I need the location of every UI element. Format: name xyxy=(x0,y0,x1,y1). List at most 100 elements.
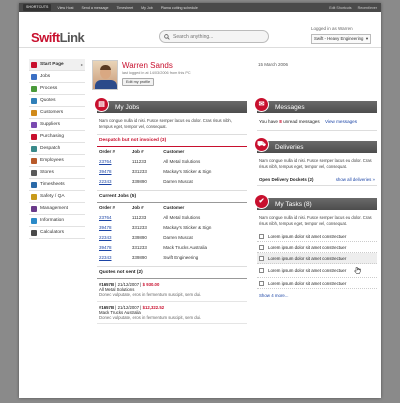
task-item[interactable]: Lorem ipsum dolor sit amet constrectuer xyxy=(257,264,377,278)
task-checkbox[interactable] xyxy=(259,268,264,273)
information-icon xyxy=(31,217,37,224)
stores-icon xyxy=(31,169,37,176)
right-column: ✉ Messages You have 8 unread messages Vi… xyxy=(254,97,377,302)
search-icon xyxy=(164,33,170,40)
hand-cursor-icon xyxy=(354,266,361,274)
deliveries-header: ⛟ Deliveries xyxy=(254,137,377,153)
purchasing-icon xyxy=(31,133,37,140)
tasks-intro: Nam congue nulla id nisi. Fusce semper l… xyxy=(259,215,372,226)
customers-icon xyxy=(31,109,37,116)
task-checkbox[interactable] xyxy=(259,233,264,239)
edit-shortcuts-link[interactable]: Edit Shortcuts xyxy=(329,6,351,10)
sidebar-item-management[interactable]: Management xyxy=(29,203,85,215)
sidebar-item-customers[interactable]: Customers xyxy=(29,107,85,119)
shortcut-link[interactable]: Plama cutting schedule xyxy=(161,6,198,10)
suppliers-icon xyxy=(31,121,37,128)
chevron-right-icon: ▸ xyxy=(80,62,83,67)
view-messages-link[interactable]: View messages xyxy=(325,119,357,124)
sidebar-item-purchasing[interactable]: Purchasing xyxy=(29,131,85,143)
edit-profile-button[interactable]: Edit my profile xyxy=(122,78,155,86)
task-checkbox[interactable] xyxy=(259,255,264,261)
table-row[interactable]: 39478 331233 Mack Trucks Australia xyxy=(97,242,247,252)
profile-name: Warren Sands xyxy=(122,61,173,70)
order-link[interactable]: 22343 xyxy=(99,255,112,260)
employees-icon xyxy=(31,157,37,164)
search-box[interactable] xyxy=(159,30,269,43)
open-dockets-label: Open Delivery Dockets (2) xyxy=(259,177,314,182)
table-row[interactable]: 23764 111233 All Metal Solutions xyxy=(97,156,247,166)
table-row[interactable]: 22343 339890 Swift Engineering xyxy=(97,252,247,262)
table-row[interactable]: 22343 339890 Darren Muscat xyxy=(97,232,247,242)
quote-item[interactable]: #1657B | 21/12/2007 | $12,322.52 Mack Tr… xyxy=(97,302,247,325)
sidebar-item-safety-qa[interactable]: Safety / QA xyxy=(29,191,85,203)
shortcut-link[interactable]: Timesheet xyxy=(116,6,133,10)
profile-card: Warren Sands last logged in at 14/03/200… xyxy=(92,60,288,92)
safety-icon xyxy=(31,193,37,200)
table-row[interactable]: 39478 331233 Mackay's Sticker & Sign xyxy=(97,222,247,232)
quotes-icon xyxy=(31,97,37,104)
order-link[interactable]: 23764 xyxy=(99,159,112,164)
shortcut-link[interactable]: My Job xyxy=(141,6,153,10)
checkmark-icon: ✔ xyxy=(254,194,269,209)
top-bar: SHORTCUTS View Host Send a message Times… xyxy=(19,3,381,12)
sidebar-item-information[interactable]: Information xyxy=(29,215,85,227)
task-checkbox[interactable] xyxy=(259,280,264,286)
table-row[interactable]: 23764 111233 All Metal Solutions xyxy=(97,212,247,222)
order-link[interactable]: 39478 xyxy=(99,169,112,174)
task-checkbox[interactable] xyxy=(259,244,264,250)
task-item[interactable]: Lorem ipsum dolor sit amet constrectuer xyxy=(257,278,377,289)
shortcut-link[interactable]: Send a message xyxy=(82,6,109,10)
search-input[interactable] xyxy=(173,33,263,40)
current-jobs-table: Order # Job # Customer 23764 111233 All Meta… xyxy=(97,203,247,262)
sidebar-item-despatch[interactable]: Despatch xyxy=(29,143,85,155)
sidebar-item-start-page[interactable]: Start Page ▸ xyxy=(29,59,85,71)
current-date: 15 March 2006 xyxy=(257,62,288,67)
logo[interactable]: SwiftLink xyxy=(31,30,85,45)
sidebar-item-calculators[interactable]: Calculators xyxy=(29,227,85,239)
messages-header: ✉ Messages xyxy=(254,97,377,113)
show-all-deliveries-link[interactable]: show all deliveries » xyxy=(336,177,375,182)
home-icon xyxy=(31,61,37,68)
task-item[interactable]: Lorem ipsum dolor sit amet constrectuer xyxy=(257,253,377,264)
deliveries-panel: ⛟ Deliveries Nam congue nulla id nisi. F… xyxy=(254,137,377,186)
table-row[interactable]: 39478 331233 Mackay's Sticker & Sign xyxy=(97,166,247,176)
login-info: Logged in as Warren Swift - Heavy Engine… xyxy=(311,26,371,44)
shortcut-link[interactable]: View Host xyxy=(57,6,73,10)
sidebar-item-quotes[interactable]: Quotes xyxy=(29,95,85,107)
quotes-header: Quotes not sent (2) xyxy=(97,266,247,279)
sidebar-item-stores[interactable]: Stores xyxy=(29,167,85,179)
unread-count: 8 xyxy=(279,119,282,124)
sidebar-item-process[interactable]: Process xyxy=(29,83,85,95)
avatar xyxy=(92,60,118,90)
order-link[interactable]: 39478 xyxy=(99,225,112,230)
sidebar-item-jobs[interactable]: Jobs xyxy=(29,71,85,83)
header: SwiftLink Logged in as Warren Swift - He… xyxy=(19,12,381,48)
sidebar-item-suppliers[interactable]: Suppliers xyxy=(29,119,85,131)
table-row[interactable]: 22343 339890 Darren Muscat xyxy=(97,176,247,186)
despatch-icon xyxy=(31,145,37,152)
jobs-icon xyxy=(31,73,37,80)
task-item[interactable]: Lorem ipsum dolor sit amet constrectuer xyxy=(257,231,377,242)
last-login-text: last logged in at 14/03/2006 from this P… xyxy=(122,71,191,75)
my-jobs-header: ▤ My Jobs xyxy=(94,97,247,113)
order-link[interactable]: 22343 xyxy=(99,179,112,184)
sidebar-item-employees[interactable]: Employees xyxy=(29,155,85,167)
order-link[interactable]: 23764 xyxy=(99,215,112,220)
tasks-panel: ✔ My Tasks (8) Nam congue nulla id nisi.… xyxy=(254,194,377,302)
show-more-tasks-link[interactable]: Show 4 more... xyxy=(257,289,377,302)
jobs-intro: Nam congue nulla id nisi. Fusce semper l… xyxy=(99,118,232,129)
organisation-select[interactable]: Swift - Heavy Engineering ▾ xyxy=(311,34,371,44)
delivery-dockets-row: Open Delivery Dockets (2) show all deliv… xyxy=(257,174,377,186)
app-window: SHORTCUTS View Host Send a message Times… xyxy=(19,3,381,398)
sidebar-item-timesheets[interactable]: Timesheets xyxy=(29,179,85,191)
process-icon xyxy=(31,85,37,92)
order-link[interactable]: 39478 xyxy=(99,245,112,250)
quote-item[interactable]: #1657B | 21/12/2007 | $ 930.00 All Metal… xyxy=(97,279,247,302)
truck-icon: ⛟ xyxy=(254,137,269,152)
task-item[interactable]: Lorem ipsum dolor sit amet constrectuer xyxy=(257,242,377,253)
recent-link[interactable]: Recent/ever xyxy=(358,6,377,10)
messages-summary: You have 8 unread messages View messages xyxy=(257,113,377,131)
messages-panel: ✉ Messages You have 8 unread messages Vi… xyxy=(254,97,377,131)
tasks-header: ✔ My Tasks (8) xyxy=(254,194,377,210)
order-link[interactable]: 22343 xyxy=(99,235,112,240)
